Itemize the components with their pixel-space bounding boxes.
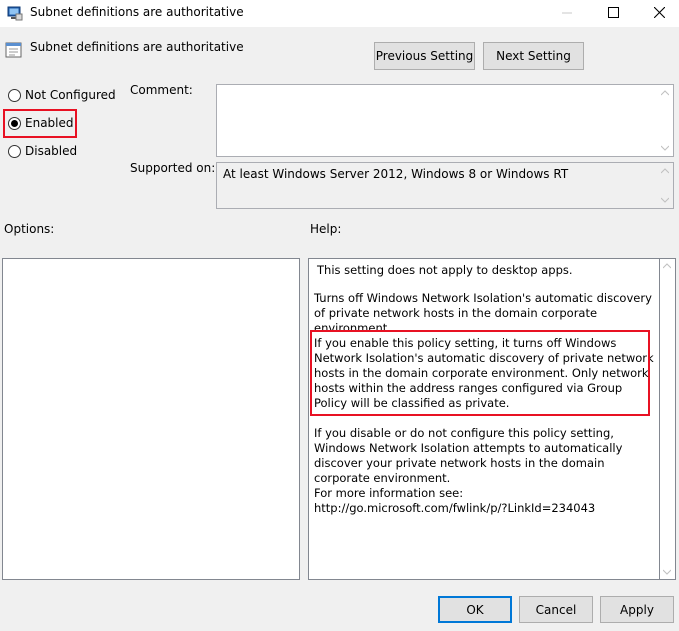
close-button[interactable]: [636, 0, 679, 27]
comment-scrollbar[interactable]: [657, 85, 673, 156]
apply-button[interactable]: Apply: [600, 596, 674, 623]
scroll-up-icon: [661, 168, 669, 174]
ok-button[interactable]: OK: [438, 596, 512, 623]
enabled-highlight-box: [3, 109, 77, 138]
policy-name: Subnet definitions are authoritative: [30, 40, 244, 54]
radio-button[interactable]: [8, 88, 21, 102]
scroll-down-icon: [661, 145, 669, 151]
close-icon: [653, 6, 665, 21]
help-highlight-box: [310, 330, 650, 416]
scroll-down-icon: [661, 197, 669, 203]
supported-on-field: At least Windows Server 2012, Windows 8 …: [216, 162, 674, 209]
options-pane: [2, 258, 300, 580]
supported-on-label: Supported on:: [130, 161, 216, 175]
minimize-button[interactable]: [544, 0, 590, 27]
scroll-up-icon: [663, 263, 671, 269]
help-paragraph: For more information see: http://go.micr…: [314, 486, 596, 515]
policy-setting-icon: [5, 41, 23, 59]
minimize-icon: [562, 7, 572, 21]
supported-scrollbar[interactable]: [657, 163, 673, 208]
maximize-icon: [607, 6, 619, 21]
comment-field[interactable]: [216, 84, 674, 157]
previous-setting-button[interactable]: Previous Setting: [374, 42, 475, 70]
help-paragraph: This setting does not apply to desktop a…: [317, 263, 573, 277]
options-label: Options:: [4, 222, 55, 236]
radio-not-configured[interactable]: Not Configured: [8, 88, 116, 102]
help-pane: This setting does not apply to desktop a…: [308, 258, 660, 580]
supported-on-value: At least Windows Server 2012, Windows 8 …: [223, 167, 569, 181]
policy-computer-icon: [7, 5, 23, 21]
radio-disabled[interactable]: Disabled: [8, 144, 77, 158]
radio-label: Disabled: [25, 144, 78, 158]
help-label: Help:: [310, 222, 342, 236]
help-paragraph: If you disable or do not configure this …: [314, 426, 623, 485]
scroll-up-icon: [661, 90, 669, 96]
next-setting-button[interactable]: Next Setting: [483, 42, 584, 70]
comment-label: Comment:: [130, 83, 193, 97]
radio-button[interactable]: [8, 144, 21, 158]
maximize-button[interactable]: [590, 0, 636, 27]
radio-label: Not Configured: [25, 88, 116, 102]
scroll-down-icon: [663, 569, 671, 575]
cancel-button[interactable]: Cancel: [519, 596, 593, 623]
help-scrollbar[interactable]: [660, 258, 676, 580]
window-title: Subnet definitions are authoritative: [30, 5, 244, 19]
